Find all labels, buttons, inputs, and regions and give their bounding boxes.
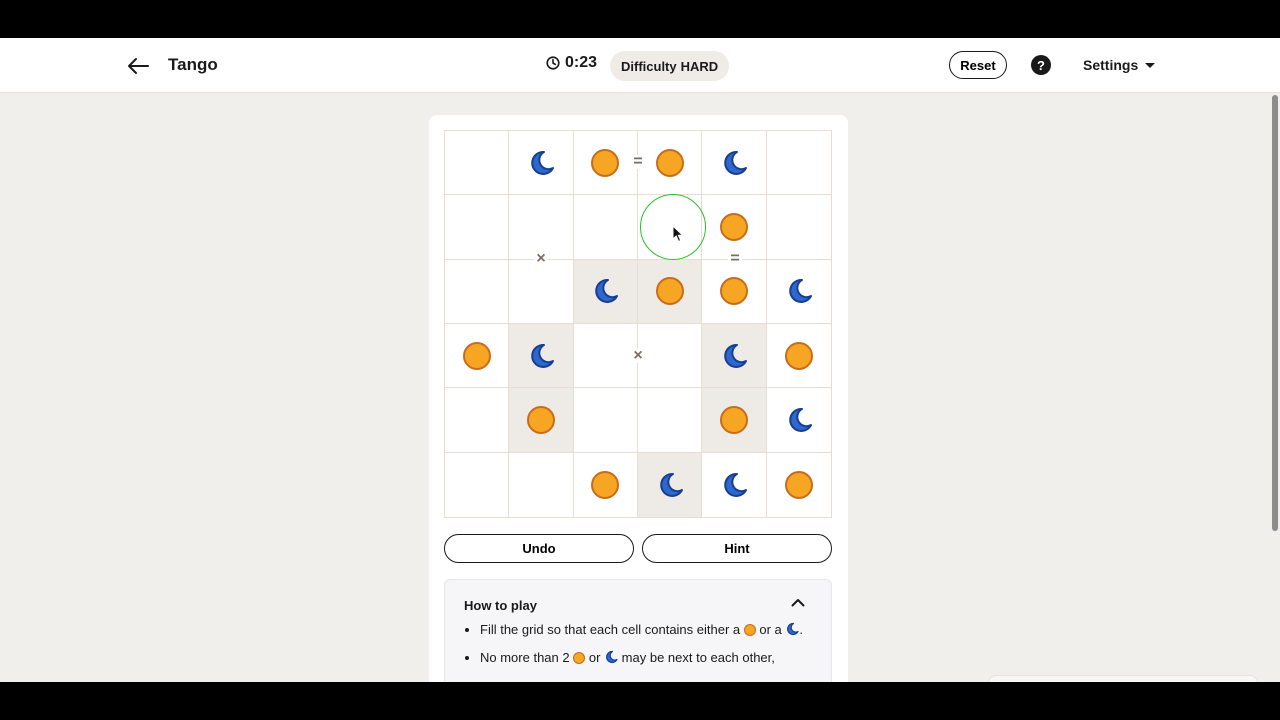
moon-icon <box>787 622 800 636</box>
grid-cell-r2-c3[interactable] <box>638 259 703 324</box>
timer-value: 0:23 <box>565 54 598 71</box>
grid-cell-r3-c4[interactable] <box>702 324 767 389</box>
difficulty-label: Difficulty <box>621 58 677 74</box>
rule-item: No more than 2 or may be next to each ot… <box>480 650 825 666</box>
moon-icon <box>527 342 555 370</box>
rule-item: Fill the grid so that each cell contains… <box>480 622 825 638</box>
grid-cell-r1-c3[interactable] <box>638 195 703 260</box>
grid-cell-r1-c2[interactable] <box>573 195 638 260</box>
caret-down-icon <box>1145 62 1156 68</box>
sun-icon <box>784 470 813 499</box>
floating-widget-edge <box>988 675 1258 682</box>
back-button[interactable] <box>124 53 152 79</box>
hint-button[interactable]: Hint <box>642 534 832 563</box>
clock-icon <box>546 56 560 70</box>
moon-icon <box>785 406 813 434</box>
grid-cell-r0-c4[interactable] <box>702 131 767 196</box>
moon-icon <box>591 277 619 305</box>
difficulty-badge: Difficulty HARD <box>610 51 730 81</box>
page-title: Tango <box>168 55 218 74</box>
grid-cell-r5-c4[interactable] <box>702 452 767 517</box>
grid-cell-r5-c1[interactable] <box>509 452 574 517</box>
sun-icon <box>655 277 684 306</box>
grid-cell-r0-c3[interactable] <box>638 131 703 196</box>
sun-icon <box>591 470 620 499</box>
difficulty-value: HARD <box>680 58 719 74</box>
grid-cell-r2-c5[interactable] <box>766 259 831 324</box>
grid-cell-r3-c2[interactable] <box>573 324 638 389</box>
rule-text: or a <box>759 622 782 637</box>
sun-icon <box>526 405 555 434</box>
undo-button[interactable]: Undo <box>444 534 634 563</box>
sun-icon <box>719 405 748 434</box>
grid-cell-r4-c3[interactable] <box>638 388 703 453</box>
equal-constraint: = <box>728 251 742 267</box>
top-bar: Tango 0:23 Difficulty HARD Reset ? Setti… <box>0 38 1280 93</box>
moon-icon <box>720 342 748 370</box>
rules-list: Fill the grid so that each cell contains… <box>463 622 825 678</box>
grid-cell-r1-c0[interactable] <box>445 195 510 260</box>
grid-cell-r3-c1[interactable] <box>509 324 574 389</box>
grid-cell-r1-c5[interactable] <box>766 195 831 260</box>
grid-cell-r4-c2[interactable] <box>573 388 638 453</box>
sun-icon <box>743 624 756 636</box>
moon-icon <box>606 650 618 664</box>
grid-cell-r3-c5[interactable] <box>766 324 831 389</box>
settings-label: Settings <box>1083 57 1139 73</box>
grid-cell-r4-c0[interactable] <box>445 388 510 453</box>
reset-button[interactable]: Reset <box>949 51 1007 79</box>
grid-cell-r4-c4[interactable] <box>702 388 767 453</box>
how-to-play-title: How to play <box>464 598 537 613</box>
grid-cell-r0-c0[interactable] <box>445 131 510 196</box>
how-to-play-section: How to play Fill the grid so that each c… <box>444 579 832 682</box>
chevron-up-icon[interactable] <box>791 598 805 607</box>
sun-icon <box>784 341 813 370</box>
moon-icon <box>656 471 684 499</box>
moon-icon <box>720 149 748 177</box>
grid-cell-r5-c3[interactable] <box>638 452 703 517</box>
grid-cell-r2-c1[interactable] <box>509 259 574 324</box>
moon-icon <box>720 471 748 499</box>
sun-icon <box>719 212 748 241</box>
rule-text: . <box>799 622 804 637</box>
rule-text: No more than 2 <box>480 650 570 665</box>
grid-cell-r0-c5[interactable] <box>766 131 831 196</box>
equal-constraint: = <box>631 154 645 170</box>
grid-cell-r5-c5[interactable] <box>766 452 831 517</box>
sun-icon <box>591 148 620 177</box>
grid-cell-r2-c2[interactable] <box>573 259 638 324</box>
settings-dropdown[interactable]: Settings <box>1083 57 1156 73</box>
tango-grid <box>444 130 832 518</box>
opposite-constraint: × <box>631 348 645 364</box>
grid-cell-r4-c1[interactable] <box>509 388 574 453</box>
moon-icon <box>527 149 555 177</box>
question-circle-icon[interactable]: ? <box>1031 55 1051 75</box>
grid-cell-r2-c4[interactable] <box>702 259 767 324</box>
arrow-left-icon <box>128 58 149 74</box>
scrollbar-thumb[interactable] <box>1272 95 1278 531</box>
sun-icon <box>462 341 491 370</box>
grid-cell-r5-c0[interactable] <box>445 452 510 517</box>
grid-cell-r3-c3[interactable] <box>638 324 703 389</box>
moon-icon <box>785 277 813 305</box>
rule-text: may be next to each other, <box>621 650 775 665</box>
sun-icon <box>719 277 748 306</box>
grid-cell-r0-c1[interactable] <box>509 131 574 196</box>
rule-text: Fill the grid so that each cell contains… <box>480 622 741 637</box>
app-viewport: Tango 0:23 Difficulty HARD Reset ? Setti… <box>0 38 1280 682</box>
opposite-constraint: × <box>534 251 548 267</box>
grid-cell-r0-c2[interactable] <box>573 131 638 196</box>
sun-icon <box>573 652 586 664</box>
rule-text: or <box>588 650 601 665</box>
sun-icon <box>655 148 684 177</box>
grid-cell-r3-c0[interactable] <box>445 324 510 389</box>
grid-cell-r2-c0[interactable] <box>445 259 510 324</box>
timer: 0:23 <box>546 54 597 72</box>
grid-cell-r4-c5[interactable] <box>766 388 831 453</box>
grid-cell-r5-c2[interactable] <box>573 452 638 517</box>
